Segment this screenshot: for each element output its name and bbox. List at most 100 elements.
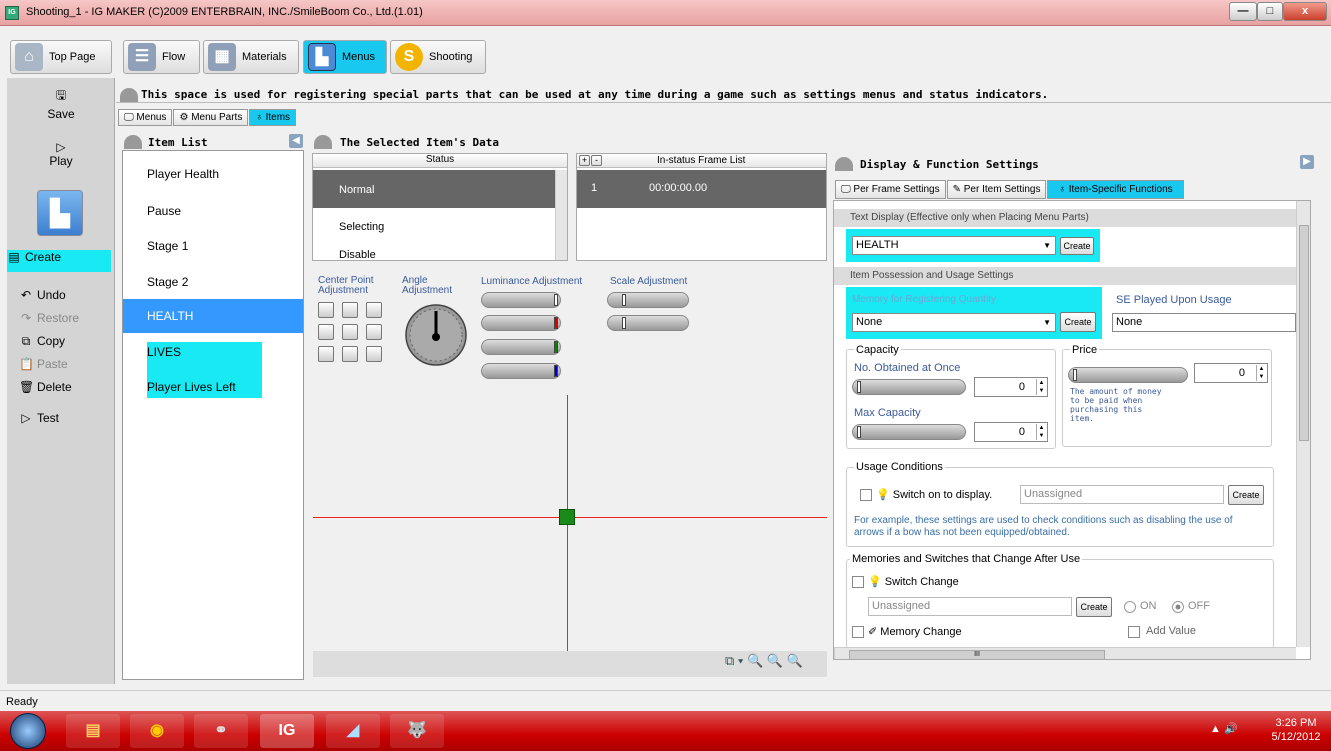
obtained-input[interactable]: 0 ▲ ▼ (974, 377, 1048, 397)
hscroll-thumb[interactable]: III (849, 650, 1105, 659)
tab-menu-parts[interactable]: ⚙ Menu Parts (173, 109, 249, 126)
game-icon[interactable]: ⚭ (194, 714, 248, 748)
blue-slider[interactable] (481, 363, 561, 379)
center-btn[interactable] (342, 302, 358, 318)
capacity-label: Capacity (854, 344, 901, 356)
list-item-selected[interactable]: HEALTH (123, 299, 303, 333)
start-icon[interactable] (10, 713, 46, 749)
center-btn[interactable] (366, 302, 382, 318)
status-item[interactable]: Disable (339, 249, 376, 261)
create-switch-change-button[interactable]: Create (1076, 597, 1112, 617)
scroll-thumb[interactable] (1299, 225, 1309, 441)
create-button[interactable]: ▤ Create (7, 250, 111, 272)
zoom-icons[interactable]: ⧉ ▾ 🔍 🔍 🔍 (725, 653, 803, 669)
save-button[interactable]: 🖫 Save (7, 86, 115, 121)
list-item[interactable]: Player Health (147, 167, 219, 181)
luminance-slider[interactable] (481, 292, 561, 308)
paste-button[interactable]: 📋 Paste (19, 357, 68, 371)
tab-materials[interactable]: ▦ Materials (203, 40, 299, 74)
settings-vscroll[interactable] (1296, 201, 1310, 647)
play-button[interactable]: ▷ Play (7, 140, 115, 168)
price-input[interactable]: 0 ▲ ▼ (1194, 363, 1268, 383)
collapse-left-icon[interactable]: ◀ (289, 134, 303, 148)
create-memory-button[interactable]: Create (1060, 312, 1096, 332)
settings-hscroll[interactable]: III (834, 647, 1296, 659)
center-marker[interactable] (559, 509, 575, 525)
list-item[interactable]: Stage 2 (147, 275, 188, 289)
switch-change-checkbox[interactable] (852, 576, 864, 588)
spinner-icon[interactable]: ▲ ▼ (1256, 365, 1266, 381)
list-item[interactable]: Player Lives Left (147, 380, 236, 394)
clock[interactable]: 3:26 PM 5/12/2012 (1268, 716, 1324, 744)
chrome-icon[interactable]: ◉ (130, 714, 184, 748)
switch-display-checkbox[interactable] (860, 489, 872, 501)
status-item-selected[interactable]: Normal (313, 170, 555, 208)
add-frame-button[interactable]: + (579, 155, 590, 166)
maximize-button[interactable]: □ (1257, 2, 1283, 21)
spinner-icon[interactable]: ▲ ▼ (1036, 424, 1046, 440)
scale-slider-x[interactable] (607, 292, 689, 308)
switch-change-select[interactable]: Unassigned (868, 597, 1072, 616)
tab-menus[interactable]: ▙ Menus (303, 40, 387, 74)
text-display-select[interactable]: HEALTH ▼ (852, 236, 1056, 255)
create-text-button[interactable]: Create (1060, 237, 1094, 255)
tab-items[interactable]: ♁ Items (249, 109, 297, 126)
angle-dial[interactable] (404, 303, 468, 367)
tab-per-item[interactable]: ✎ Per Item Settings (946, 180, 1047, 199)
usage-switch-select[interactable]: Unassigned (1020, 485, 1224, 504)
green-slider[interactable] (481, 339, 561, 355)
copy-button[interactable]: ⧉ Copy (19, 334, 65, 348)
add-value-checkbox[interactable] (1128, 626, 1140, 638)
status-scrollbar[interactable] (555, 170, 567, 260)
create-switch-button[interactable]: Create (1228, 485, 1264, 505)
close-button[interactable]: x (1283, 2, 1327, 21)
paint-icon[interactable]: ◢ (326, 714, 380, 748)
undo-button[interactable]: ↶ Undo (19, 288, 66, 302)
list-item[interactable]: LIVES (147, 345, 181, 359)
tab-item-specific[interactable]: ♁ Item-Specific Functions (1047, 180, 1184, 199)
delete-button[interactable]: 🗑 Delete (19, 380, 72, 394)
list-item[interactable]: Stage 1 (147, 239, 188, 253)
price-slider[interactable] (1068, 367, 1188, 383)
after-use-label: Memories and Switches that Change After … (850, 553, 1083, 565)
memory-change-checkbox[interactable] (852, 626, 864, 638)
max-capacity-input[interactable]: 0 ▲ ▼ (974, 422, 1048, 442)
center-btn[interactable] (318, 324, 334, 340)
tab-flow[interactable]: ☰ Flow (123, 40, 200, 74)
tray-icons[interactable]: ▲ 🔊 (1210, 722, 1238, 735)
obtained-slider[interactable] (852, 379, 966, 395)
se-select[interactable]: None (1112, 313, 1296, 332)
center-btn[interactable] (318, 302, 334, 318)
max-capacity-slider[interactable] (852, 424, 966, 440)
expand-right-icon[interactable]: ▶ (1300, 155, 1314, 169)
scale-slider-y[interactable] (607, 315, 689, 331)
spinner-icon[interactable]: ▲ ▼ (1036, 379, 1046, 395)
minimize-button[interactable]: — (1229, 2, 1257, 21)
divider (116, 102, 1331, 103)
on-radio[interactable] (1124, 601, 1136, 613)
frame-row[interactable]: 1 00:00:00.00 (577, 170, 826, 208)
center-btn[interactable] (318, 346, 334, 362)
center-btn[interactable] (366, 324, 382, 340)
possession-section: Item Possession and Usage Settings (834, 267, 1296, 285)
restore-button[interactable]: ↷ Restore (19, 311, 79, 325)
igmaker-icon[interactable]: IG (260, 714, 314, 748)
list-item[interactable]: Pause (147, 204, 181, 218)
status-item[interactable]: Selecting (339, 221, 384, 233)
tab-top-page[interactable]: ⌂ Top Page (10, 40, 112, 74)
memory-select[interactable]: None ▼ (852, 313, 1056, 332)
preview-canvas[interactable]: ⧉ ▾ 🔍 🔍 🔍 (313, 395, 827, 677)
red-slider[interactable] (481, 315, 561, 331)
tab-shooting[interactable]: S Shooting (390, 40, 486, 74)
explorer-icon[interactable]: ▤ (66, 714, 120, 748)
center-btn[interactable] (366, 346, 382, 362)
center-btn[interactable] (342, 324, 358, 340)
center-btn[interactable] (342, 346, 358, 362)
test-button[interactable]: ▷ Test (19, 411, 59, 425)
gimp-icon[interactable]: 🐺 (390, 714, 444, 748)
off-radio[interactable] (1172, 601, 1184, 613)
remove-frame-button[interactable]: - (591, 155, 602, 166)
tab-menus-sub[interactable]: 🖵 Menus (118, 109, 173, 126)
settings-panel: Text Display (Effective only when Placin… (833, 200, 1311, 660)
tab-per-frame[interactable]: 🖵 Per Frame Settings (835, 180, 946, 199)
